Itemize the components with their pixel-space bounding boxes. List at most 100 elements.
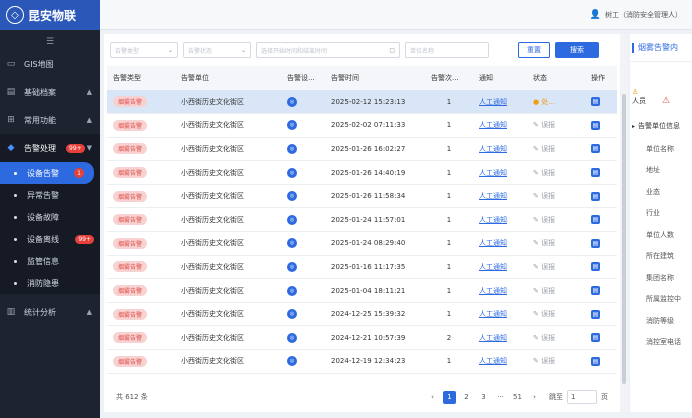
column-header[interactable]: 告警次... [425, 66, 473, 90]
scrollbar-thumb[interactable] [622, 94, 626, 384]
table-row[interactable]: 烟雾告警 小西街历史文化街区 ◎ 2025-02-02 07:11:33 1 人工通知 ✎ … [107, 114, 617, 138]
alarm-icon[interactable]: ⚠ [662, 96, 670, 106]
device-icon[interactable]: ◎ [287, 309, 297, 320]
alarm-status-select[interactable]: 告警状态 ⌄ [183, 42, 251, 58]
unit-info-section[interactable]: ▸ 告警单位信息 [630, 114, 692, 138]
device-icon[interactable]: ◎ [287, 238, 297, 249]
table-row[interactable]: 烟雾告警 小西街历史文化街区 ◎ 2025-01-26 16:02:27 1 人工通知 ✎ … [107, 137, 617, 161]
manual-notify-link[interactable]: 人工通知 [479, 121, 507, 129]
scrollbar[interactable] [620, 34, 628, 412]
device-icon[interactable]: ◎ [287, 332, 297, 343]
person-tab[interactable]: ♙ 人员 [632, 88, 646, 106]
detail-icon[interactable]: ▤ [591, 309, 600, 319]
device-icon[interactable]: ◎ [287, 191, 297, 202]
sidebar-item-abnormal-alarm[interactable]: 异常告警 [0, 184, 100, 206]
manual-notify-link[interactable]: 人工通知 [479, 310, 507, 318]
manual-notify-link[interactable]: 人工通知 [479, 216, 507, 224]
device-icon[interactable]: ◎ [287, 285, 297, 296]
column-header[interactable]: 告警设... [281, 66, 325, 90]
unit-name-input[interactable]: 单位名称 [405, 42, 489, 58]
person-label: 人员 [632, 97, 646, 105]
table-row[interactable]: 烟雾告警 小西街历史文化街区 ◎ 2025-01-24 08:29:40 1 人工通知 ✎ … [107, 232, 617, 256]
device-icon[interactable]: ◎ [287, 143, 297, 154]
alarm-table: 告警类型 告警单位 告警设... 告警时间 告警次... 通知 状态 操作 烟雾… [107, 66, 617, 374]
table-row[interactable]: 烟雾告警 小西街历史文化街区 ◎ 2025-01-24 11:57:01 1 人工通知 ✎ … [107, 208, 617, 232]
table-row[interactable]: 烟雾告警 小西街历史文化街区 ◎ 2024-12-19 12:34:23 1 人工通知 ✎ … [107, 350, 617, 374]
next-page-button[interactable]: › [528, 391, 541, 404]
sidebar-item-archive[interactable]: ▤ 基础档案 ▲ [0, 78, 100, 106]
status-icon: ✎ [533, 333, 539, 342]
device-icon[interactable]: ◎ [287, 120, 297, 131]
column-header[interactable]: 操作 [585, 66, 617, 90]
detail-icon[interactable]: ▤ [591, 120, 600, 130]
user-name[interactable]: 树工（消防安全管理人） [605, 10, 682, 20]
table-row[interactable]: 烟雾告警 小西街历史文化街区 ◎ 2025-02-12 15:23:13 1 人工通知 ● … [107, 90, 617, 114]
app-logo[interactable]: ◇ 昆安物联 [0, 0, 100, 30]
user-icon[interactable]: 👤 [590, 10, 601, 20]
manual-notify-link[interactable]: 人工通知 [479, 192, 507, 200]
table-row[interactable]: 烟雾告警 小西街历史文化街区 ◎ 2025-01-04 18:11:21 1 人工通知 ✎ … [107, 279, 617, 303]
column-header[interactable]: 告警时间 [325, 66, 425, 90]
status-icon: ✎ [533, 215, 539, 224]
sidebar-item-label: 监管信息 [27, 256, 59, 266]
column-header[interactable]: 通知 [473, 66, 527, 90]
detail-icon[interactable]: ▤ [591, 286, 600, 296]
detail-icon[interactable]: ▤ [591, 168, 600, 178]
sidebar-item-device-offline[interactable]: 设备离线 99+ [0, 228, 100, 250]
alarm-type-select[interactable]: 告警类型 ⌄ [110, 42, 178, 58]
time-range-picker[interactable]: 选择开始时间和结束时间 ▢ [256, 42, 400, 58]
detail-icon[interactable]: ▤ [591, 97, 600, 107]
menu-toggle-icon[interactable]: ☰ [0, 34, 100, 50]
sidebar-item-supervision[interactable]: 监管信息 [0, 250, 100, 272]
sidebar-item-common[interactable]: ⊞ 常用功能 ▲ [0, 106, 100, 134]
page-button[interactable]: 2 [460, 391, 473, 404]
device-icon[interactable]: ◎ [287, 356, 297, 367]
manual-notify-link[interactable]: 人工通知 [479, 169, 507, 177]
detail-icon[interactable]: ▤ [591, 191, 600, 201]
manual-notify-link[interactable]: 人工通知 [479, 357, 507, 365]
device-icon[interactable]: ◎ [287, 96, 297, 107]
table-row[interactable]: 烟雾告警 小西街历史文化街区 ◎ 2025-01-16 11:17:35 1 人工通知 ✎ … [107, 255, 617, 279]
device-icon[interactable]: ◎ [287, 167, 297, 178]
sidebar-item-gis[interactable]: ▭ GIS地图 [0, 50, 100, 78]
detail-icon[interactable]: ▤ [591, 333, 600, 343]
detail-icon[interactable]: ▤ [591, 215, 600, 225]
count-cell: 1 [446, 215, 452, 224]
device-icon[interactable]: ◎ [287, 214, 297, 225]
device-cell: ◎ [281, 279, 325, 303]
table-row[interactable]: 烟雾告警 小西街历史文化街区 ◎ 2025-01-26 14:40:19 1 人工通知 ✎ … [107, 161, 617, 185]
device-icon[interactable]: ◎ [287, 261, 297, 272]
table-row[interactable]: 烟雾告警 小西街历史文化街区 ◎ 2025-01-26 11:58:34 1 人工通知 ✎ … [107, 184, 617, 208]
sidebar-item-alarm[interactable]: ◆ 告警处理 99+ ▼ [0, 134, 100, 162]
column-header[interactable]: 告警单位 [175, 66, 281, 90]
detail-icon[interactable]: ▤ [591, 262, 600, 272]
sidebar-item-device-fault[interactable]: 设备故障 [0, 206, 100, 228]
manual-notify-link[interactable]: 人工通知 [479, 263, 507, 271]
detail-icon[interactable]: ▤ [591, 144, 600, 154]
prev-page-button[interactable]: ‹ [426, 391, 439, 404]
table-row[interactable]: 烟雾告警 小西街历史文化街区 ◎ 2024-12-25 15:39:32 1 人工通知 ✎ … [107, 302, 617, 326]
jump-page-input[interactable]: 1 [567, 390, 597, 404]
select-placeholder: 告警状态 [188, 47, 213, 55]
detail-icon[interactable]: ▤ [591, 238, 600, 248]
search-button[interactable]: 搜索 [555, 42, 599, 58]
column-header[interactable]: 告警类型 [107, 66, 175, 90]
page-button[interactable]: 51 [511, 391, 524, 404]
manual-notify-link[interactable]: 人工通知 [479, 287, 507, 295]
column-header[interactable]: 状态 [527, 66, 585, 90]
sidebar-item-device-alarm[interactable]: 设备告警 1 [0, 162, 94, 184]
reset-button[interactable]: 重置 [518, 42, 550, 58]
page-button[interactable]: 3 [477, 391, 490, 404]
table-row[interactable]: 烟雾告警 小西街历史文化街区 ◎ 2024-12-21 10:57:39 2 人工通知 ✎ … [107, 326, 617, 350]
op-cell: ▤ [585, 161, 617, 185]
manual-notify-link[interactable]: 人工通知 [479, 239, 507, 247]
page-button[interactable]: 1 [443, 390, 456, 404]
status-cell: ✎ 误报 [527, 232, 585, 256]
manual-notify-link[interactable]: 人工通知 [479, 98, 507, 106]
detail-icon[interactable]: ▤ [591, 356, 600, 366]
sidebar-item-hazard[interactable]: 消防隐患 [0, 272, 100, 294]
manual-notify-link[interactable]: 人工通知 [479, 145, 507, 153]
sidebar-item-stats[interactable]: ▥ 统计分析 ▲ [0, 298, 100, 326]
manual-notify-link[interactable]: 人工通知 [479, 334, 507, 342]
page-ellipsis[interactable]: ··· [494, 391, 507, 404]
